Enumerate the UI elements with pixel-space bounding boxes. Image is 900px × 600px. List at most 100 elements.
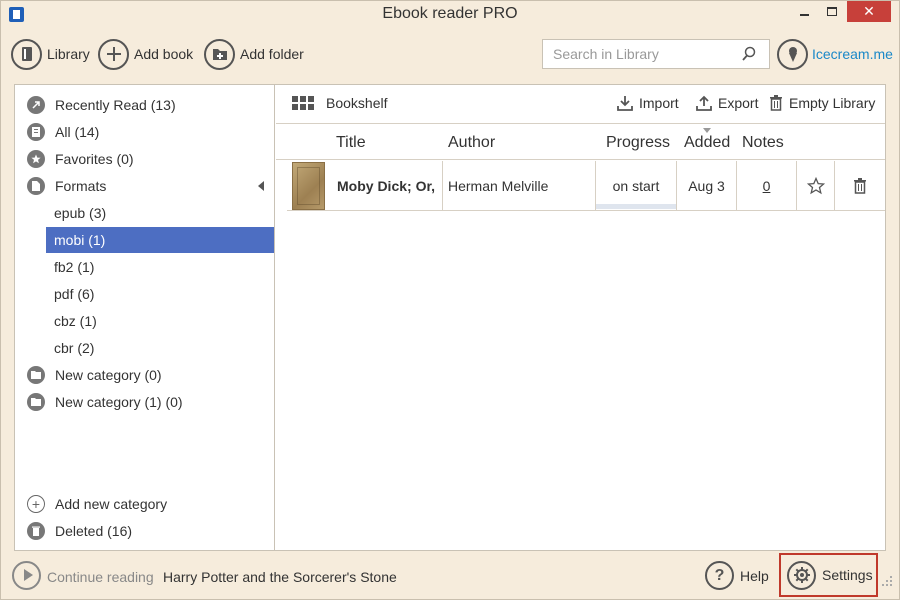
table-header: Title Author Progress Added Notes bbox=[276, 124, 885, 160]
add-category-button[interactable]: + Add new category bbox=[15, 491, 274, 517]
folder-icon bbox=[27, 393, 45, 411]
favorite-button[interactable] bbox=[797, 161, 835, 210]
import-label: Import bbox=[639, 95, 679, 111]
sidebar-item-label: pdf (6) bbox=[54, 286, 95, 302]
library-button[interactable]: Library bbox=[11, 37, 90, 71]
add-book-label: Add book bbox=[134, 46, 194, 62]
sidebar-item-cbz[interactable]: cbz (1) bbox=[15, 308, 274, 334]
help-label: Help bbox=[740, 567, 769, 584]
import-icon bbox=[617, 96, 633, 111]
continue-reading-book[interactable]: Harry Potter and the Sorcerer's Stone bbox=[163, 569, 397, 585]
export-button[interactable]: Export bbox=[696, 95, 758, 111]
table-row[interactable]: Moby Dick; Or, Herman Melville on start … bbox=[287, 161, 885, 211]
add-folder-label: Add folder bbox=[240, 46, 304, 62]
sidebar-item-formats[interactable]: Formats bbox=[15, 173, 274, 199]
close-button[interactable]: ✕ bbox=[847, 1, 891, 22]
export-label: Export bbox=[718, 95, 759, 111]
trash-icon bbox=[770, 95, 782, 111]
play-icon[interactable] bbox=[12, 561, 41, 590]
folder-icon bbox=[27, 366, 45, 384]
sidebar-item-label: All (14) bbox=[55, 124, 100, 140]
column-title[interactable]: Title bbox=[336, 134, 366, 152]
sidebar-item-label: epub (3) bbox=[54, 205, 107, 221]
resize-grip-icon[interactable] bbox=[881, 575, 893, 587]
app-window: Ebook reader PRO ✕ Library Add book Add … bbox=[0, 0, 900, 600]
sidebar-item-label: fb2 (1) bbox=[54, 259, 95, 275]
toolbar: Library Add book Add folder Icecream.me bbox=[1, 35, 899, 75]
collapse-arrow-icon[interactable] bbox=[258, 181, 264, 191]
add-folder-icon bbox=[204, 38, 235, 70]
notes-count-link[interactable]: 0 bbox=[763, 178, 771, 194]
progress-text: on start bbox=[612, 177, 660, 194]
sidebar-item-all[interactable]: All (14) bbox=[15, 119, 274, 145]
content-toolbar: Bookshelf Import Export Empty Library bbox=[276, 85, 885, 124]
help-button[interactable]: ? Help bbox=[705, 561, 769, 590]
bookshelf-view-button[interactable]: Bookshelf bbox=[292, 95, 387, 111]
formats-icon bbox=[27, 177, 45, 195]
sidebar-item-recently-read[interactable]: Recently Read (13) bbox=[15, 92, 274, 118]
bookshelf-label: Bookshelf bbox=[326, 95, 388, 111]
minimize-icon bbox=[799, 13, 809, 16]
sidebar-item-deleted[interactable]: Deleted (16) bbox=[15, 518, 274, 544]
window-title: Ebook reader PRO bbox=[382, 5, 518, 22]
icecream-icon bbox=[777, 38, 808, 70]
import-button[interactable]: Import bbox=[617, 95, 679, 111]
sidebar-item-favorites[interactable]: Favorites (0) bbox=[15, 146, 274, 172]
settings-button[interactable]: Settings bbox=[779, 553, 878, 597]
star-outline-icon bbox=[806, 176, 825, 194]
minimize-button[interactable] bbox=[791, 1, 817, 22]
book-author: Herman Melville bbox=[443, 161, 596, 210]
recent-icon bbox=[27, 96, 45, 114]
settings-label: Settings bbox=[822, 567, 873, 583]
empty-library-button[interactable]: Empty Library bbox=[769, 95, 875, 111]
column-progress[interactable]: Progress bbox=[606, 134, 670, 152]
sidebar-item-epub[interactable]: epub (3) bbox=[15, 200, 274, 226]
add-book-button[interactable]: Add book bbox=[98, 37, 193, 71]
book-added-date: Aug 3 bbox=[677, 161, 737, 210]
book-notes: 0 bbox=[737, 161, 797, 210]
trash-icon bbox=[27, 522, 45, 540]
continue-reading-label: Continue reading bbox=[47, 569, 154, 585]
column-added[interactable]: Added bbox=[684, 134, 730, 152]
bottom-bar: Continue reading Harry Potter and the So… bbox=[1, 553, 899, 599]
sidebar-item-label: Deleted (16) bbox=[55, 523, 133, 539]
maximize-button[interactable] bbox=[819, 1, 845, 22]
add-category-label: Add new category bbox=[55, 496, 168, 512]
sort-descending-icon bbox=[703, 128, 711, 133]
sidebar-item-mobi[interactable]: mobi (1) bbox=[46, 227, 274, 253]
sidebar-item-pdf[interactable]: pdf (6) bbox=[15, 281, 274, 307]
progress-bar bbox=[596, 204, 676, 209]
search-input[interactable] bbox=[543, 40, 728, 68]
sidebar-item-label: Formats bbox=[55, 178, 107, 194]
sidebar-item-new-category-1[interactable]: New category (1) (0) bbox=[15, 389, 274, 415]
library-label: Library bbox=[47, 46, 90, 62]
add-folder-button[interactable]: Add folder bbox=[204, 37, 304, 71]
column-notes[interactable]: Notes bbox=[742, 134, 784, 152]
help-icon: ? bbox=[705, 561, 734, 590]
plus-icon: + bbox=[27, 495, 45, 513]
sidebar-item-label: mobi (1) bbox=[54, 232, 106, 248]
book-progress: on start bbox=[596, 161, 677, 210]
sidebar-item-label: cbr (2) bbox=[54, 340, 95, 356]
search-icon[interactable] bbox=[741, 46, 757, 65]
trash-icon bbox=[854, 177, 866, 194]
sidebar-item-fb2[interactable]: fb2 (1) bbox=[15, 254, 274, 280]
export-icon bbox=[696, 95, 712, 111]
sidebar-item-label: cbz (1) bbox=[54, 313, 97, 329]
maximize-icon bbox=[827, 7, 837, 16]
plus-icon bbox=[98, 38, 129, 70]
grid-view-icon bbox=[292, 96, 314, 110]
book-title[interactable]: Moby Dick; Or, bbox=[287, 161, 443, 210]
sidebar-item-cbr[interactable]: cbr (2) bbox=[15, 335, 274, 361]
library-icon bbox=[11, 38, 42, 70]
sidebar-item-label: Favorites (0) bbox=[55, 151, 134, 167]
sidebar-item-new-category[interactable]: New category (0) bbox=[15, 362, 274, 388]
books-icon bbox=[27, 123, 45, 141]
column-author[interactable]: Author bbox=[448, 134, 495, 152]
sidebar-item-label: Recently Read (13) bbox=[55, 97, 176, 113]
icecream-link[interactable]: Icecream.me bbox=[777, 37, 893, 71]
star-icon bbox=[27, 150, 45, 168]
sidebar-item-label: New category (0) bbox=[55, 367, 162, 383]
empty-library-label: Empty Library bbox=[789, 95, 876, 111]
delete-book-button[interactable] bbox=[835, 161, 885, 210]
